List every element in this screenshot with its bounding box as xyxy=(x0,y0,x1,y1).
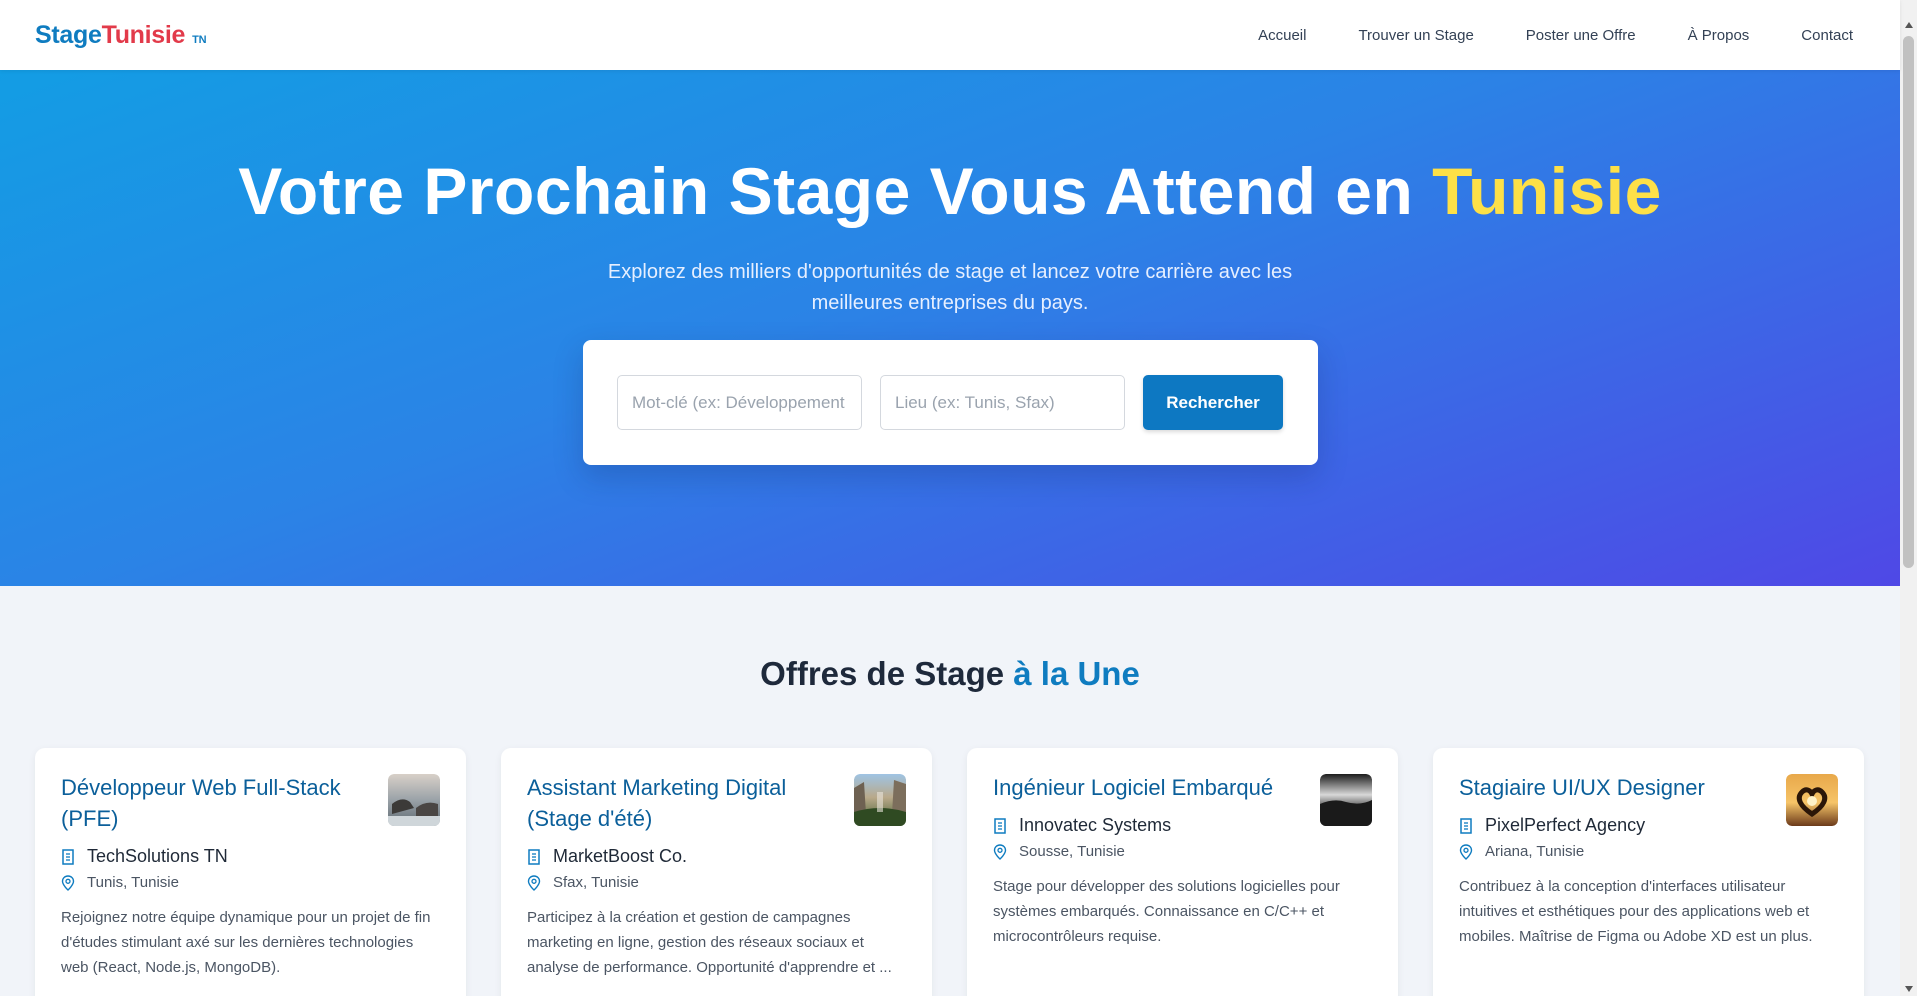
offer-title[interactable]: Stagiaire UI/UX Designer xyxy=(1459,772,1779,803)
scroll-up-arrow-icon[interactable] xyxy=(1905,22,1913,28)
offer-company-name: MarketBoost Co. xyxy=(553,846,688,866)
scroll-down-arrow-icon[interactable] xyxy=(1905,986,1913,992)
hero-title-main: Votre Prochain Stage Vous Attend en xyxy=(238,154,1433,228)
nav-link-poster-offre[interactable]: Poster une Offre xyxy=(1526,27,1636,44)
search-button[interactable]: Rechercher xyxy=(1143,375,1283,430)
location-pin-icon xyxy=(993,843,1019,860)
site-header: Stage Tunisie TN Accueil Trouver un Stag… xyxy=(0,0,1900,70)
offer-location-text: Ariana, Tunisie xyxy=(1485,843,1585,860)
company-thumbnail xyxy=(1786,774,1838,826)
company-thumbnail xyxy=(1320,774,1372,826)
hero-title-highlight: Tunisie xyxy=(1432,154,1662,228)
offer-description: Stage pour développer des solutions logi… xyxy=(993,878,1340,945)
offer-card[interactable]: Assistant Marketing Digital (Stage d'été… xyxy=(501,748,932,996)
nav-link-a-propos[interactable]: À Propos xyxy=(1688,27,1750,44)
offer-location: Ariana, Tunisie xyxy=(1459,843,1838,860)
building-icon xyxy=(993,817,1019,834)
offer-location: Sousse, Tunisie xyxy=(993,843,1372,860)
offer-title[interactable]: Ingénieur Logiciel Embarqué xyxy=(993,772,1313,803)
offer-company: PixelPerfect Agency xyxy=(1459,815,1838,836)
location-pin-icon xyxy=(527,874,553,891)
hero-title: Votre Prochain Stage Vous Attend en Tuni… xyxy=(0,153,1900,229)
building-icon xyxy=(1459,817,1485,834)
location-pin-icon xyxy=(1459,843,1485,860)
site-logo[interactable]: Stage Tunisie TN xyxy=(35,20,207,50)
offer-company-name: TechSolutions TN xyxy=(87,846,228,866)
building-icon xyxy=(61,848,87,865)
hero-section: Votre Prochain Stage Vous Attend en Tuni… xyxy=(0,70,1900,586)
offer-company-name: Innovatec Systems xyxy=(1019,815,1172,835)
company-thumbnail xyxy=(854,774,906,826)
company-thumbnail xyxy=(388,774,440,826)
nav-link-contact[interactable]: Contact xyxy=(1801,27,1853,44)
offer-card[interactable]: Stagiaire UI/UX Designer PixelPerfect Ag… xyxy=(1433,748,1864,996)
logo-text-tunisie: Tunisie xyxy=(101,20,186,49)
offer-company: MarketBoost Co. xyxy=(527,846,906,867)
offer-card[interactable]: Ingénieur Logiciel Embarqué Innovatec Sy… xyxy=(967,748,1398,996)
offer-description: Rejoignez notre équipe dynamique pour un… xyxy=(61,909,431,976)
building-icon xyxy=(527,848,553,865)
offer-location: Tunis, Tunisie xyxy=(61,874,440,891)
offer-location-text: Tunis, Tunisie xyxy=(87,874,179,891)
featured-title-main: Offres de Stage xyxy=(760,655,1014,692)
nav-link-accueil[interactable]: Accueil xyxy=(1258,27,1306,44)
logo-text-stage: Stage xyxy=(35,20,102,49)
offer-description: Participez à la création et gestion de c… xyxy=(527,909,892,976)
page-scrollbar[interactable] xyxy=(1900,0,1917,996)
offer-location-text: Sfax, Tunisie xyxy=(553,874,639,891)
offer-company: Innovatec Systems xyxy=(993,815,1372,836)
offer-company: TechSolutions TN xyxy=(61,846,440,867)
offer-location: Sfax, Tunisie xyxy=(527,874,906,891)
main-nav: Accueil Trouver un Stage Poster une Offr… xyxy=(1258,27,1853,44)
offer-title[interactable]: Assistant Marketing Digital (Stage d'été… xyxy=(527,772,847,834)
offer-company-name: PixelPerfect Agency xyxy=(1485,815,1646,835)
search-panel: Rechercher xyxy=(583,340,1318,465)
offer-card-list: Développeur Web Full-Stack (PFE) TechSol… xyxy=(35,748,1864,996)
featured-section-title: Offres de Stage à la Une xyxy=(0,655,1900,693)
keyword-search-input[interactable] xyxy=(617,375,862,430)
offer-card[interactable]: Développeur Web Full-Stack (PFE) TechSol… xyxy=(35,748,466,996)
logo-country-tag: TN xyxy=(192,33,207,46)
offer-title[interactable]: Développeur Web Full-Stack (PFE) xyxy=(61,772,381,834)
scrollbar-thumb[interactable] xyxy=(1903,36,1914,568)
featured-title-highlight: à la Une xyxy=(1013,655,1140,692)
offer-location-text: Sousse, Tunisie xyxy=(1019,843,1125,860)
location-pin-icon xyxy=(61,874,87,891)
nav-link-trouver-stage[interactable]: Trouver un Stage xyxy=(1358,27,1473,44)
offer-description: Contribuez à la conception d'interfaces … xyxy=(1459,878,1813,945)
hero-subtitle: Explorez des milliers d'opportunités de … xyxy=(607,261,1293,314)
location-search-input[interactable] xyxy=(880,375,1125,430)
